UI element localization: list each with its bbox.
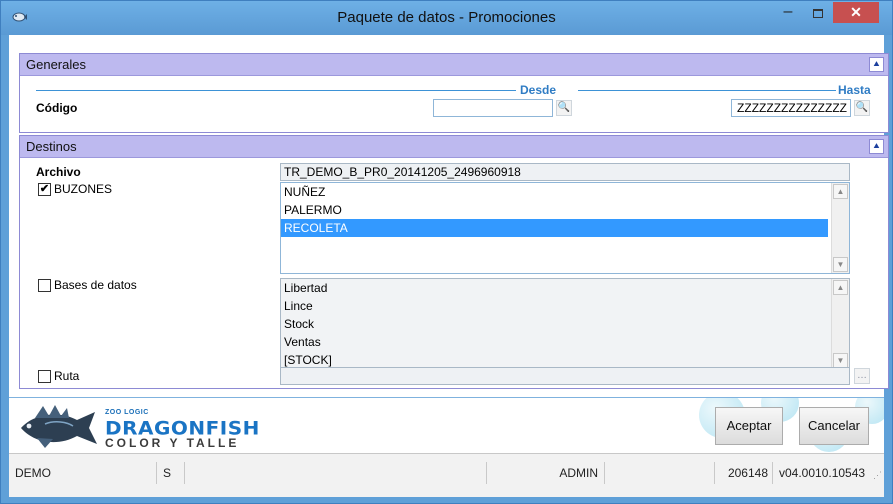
logo-tagline: COLOR Y TALLE [105, 436, 240, 450]
minimize-button[interactable]: – [773, 1, 803, 25]
codigo-desde-lookup-icon[interactable]: 🔍 [556, 100, 572, 116]
codigo-desde-input[interactable] [433, 99, 553, 117]
list-item[interactable]: Ventas [281, 333, 849, 351]
archivo-label: Archivo [36, 165, 81, 179]
hasta-rule [578, 90, 836, 91]
generales-header: Generales ⯅ [20, 54, 888, 76]
resize-grip-icon[interactable]: ⋰ [873, 470, 882, 481]
hasta-label: Hasta [838, 83, 871, 97]
cancel-button[interactable]: Cancelar [799, 407, 869, 445]
status-empty [185, 462, 487, 484]
status-bar: DEMO S ADMIN 206148 v04.0010.10543 ⋰ [9, 453, 884, 497]
collapse-generales-button[interactable]: ⯅ [869, 57, 884, 72]
ruta-label: Ruta [54, 369, 80, 383]
bases-listbox[interactable]: Libertad Lince Stock Ventas [STOCK] ▲ ▼ [280, 278, 850, 370]
buzones-scrollbar[interactable]: ▲ ▼ [831, 183, 849, 273]
codigo-hasta-input[interactable]: ZZZZZZZZZZZZZZZ [731, 99, 851, 117]
dialog-body: Generales ⯅ Desde Hasta Código 🔍 ZZZZZZZ… [9, 35, 889, 497]
destinos-header: Destinos ⯅ [20, 136, 888, 158]
scroll-down-icon[interactable]: ▼ [833, 257, 848, 272]
list-item[interactable]: Lince [281, 297, 849, 315]
status-number: 206148 [715, 462, 773, 484]
list-item[interactable]: Libertad [281, 279, 849, 297]
buzones-checkbox[interactable]: ✔ [38, 183, 51, 196]
buzones-listbox[interactable]: NUÑEZ PALERMO RECOLETA ▲ ▼ [280, 182, 850, 274]
maximize-icon [813, 9, 823, 18]
scroll-up-icon[interactable]: ▲ [833, 184, 848, 199]
codigo-label: Código [36, 101, 78, 115]
generales-title: Generales [26, 57, 86, 72]
ruta-input[interactable] [280, 367, 850, 385]
desde-rule [36, 90, 516, 91]
destinos-title: Destinos [26, 139, 77, 154]
status-version: v04.0010.10543 [779, 466, 866, 480]
footer: ZOO LOGIC DRAGONFISH COLOR Y TALLE Acept… [9, 397, 884, 453]
list-item[interactable]: PALERMO [281, 201, 849, 219]
title-bar[interactable]: Paquete de datos - Promociones – ✕ [1, 1, 892, 35]
ruta-browse-icon[interactable]: … [854, 368, 870, 384]
buzones-label: BUZONES [54, 182, 113, 196]
logo-brand: ZOO LOGIC [105, 409, 149, 416]
codigo-hasta-lookup-icon[interactable]: 🔍 [854, 100, 870, 116]
scroll-up-icon[interactable]: ▲ [833, 280, 848, 295]
window-title: Paquete de datos - Promociones [337, 9, 556, 26]
dragonfish-logo-icon [21, 405, 97, 448]
destinos-section: Destinos ⯅ Archivo TR_DEMO_B_PR0_2014120… [19, 135, 889, 389]
list-item[interactable]: Stock [281, 315, 849, 333]
bases-scrollbar[interactable]: ▲ ▼ [831, 279, 849, 369]
archivo-field: TR_DEMO_B_PR0_20141205_2496960918 [280, 163, 850, 181]
close-button[interactable]: ✕ [833, 2, 879, 23]
accept-button[interactable]: Aceptar [715, 407, 783, 445]
maximize-button[interactable] [803, 1, 833, 25]
status-user: ADMIN [487, 462, 605, 484]
generales-section: Generales ⯅ Desde Hasta Código 🔍 ZZZZZZZ… [19, 53, 889, 133]
status-company: DEMO [9, 462, 157, 484]
desde-label: Desde [520, 83, 557, 97]
dialog-window: Paquete de datos - Promociones – ✕ Gener… [0, 0, 893, 504]
status-mode: S [157, 462, 185, 484]
bases-checkbox[interactable] [38, 279, 51, 292]
collapse-destinos-button[interactable]: ⯅ [869, 139, 884, 154]
status-spacer [605, 462, 715, 484]
list-item[interactable]: NUÑEZ [281, 183, 849, 201]
bases-label: Bases de datos [54, 278, 137, 292]
list-item-selected[interactable]: RECOLETA [281, 219, 828, 237]
scroll-down-icon[interactable]: ▼ [833, 353, 848, 368]
ruta-checkbox[interactable] [38, 370, 51, 383]
